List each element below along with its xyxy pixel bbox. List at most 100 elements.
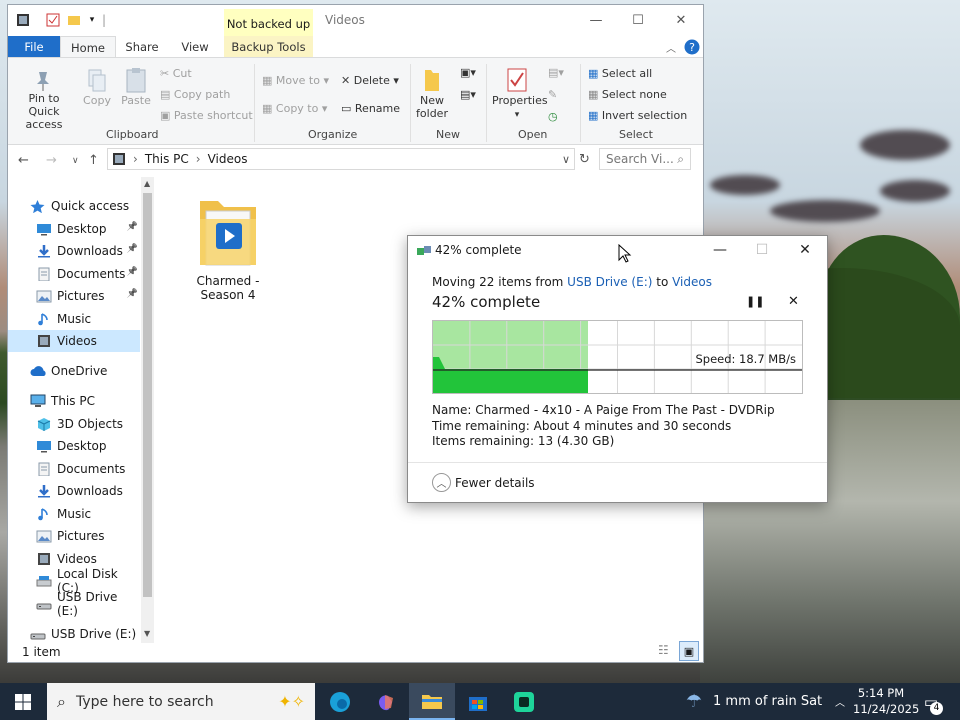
copy-to-button[interactable]: ▦ Copy to ▾ (262, 102, 327, 115)
close-button[interactable]: ✕ (659, 9, 703, 31)
copilot-icon[interactable] (363, 683, 409, 720)
status-bar: 1 item ☷ ▣ (8, 641, 703, 663)
properties-icon[interactable] (46, 12, 60, 28)
nav-item-3d-objects[interactable]: 3D Objects (8, 413, 140, 435)
properties-button[interactable]: Properties ▾ (492, 66, 548, 122)
history-button[interactable]: ◷ (548, 110, 558, 123)
nav-scrollbar[interactable]: ▲ ▼ (141, 177, 154, 643)
weather-umbrella-icon[interactable]: ☂ (682, 683, 706, 720)
breadcrumb-videos[interactable]: Videos (208, 152, 248, 166)
clock[interactable]: 5:14 PM 11/24/2025 (853, 685, 919, 717)
copy-path-button[interactable]: ▤ Copy path (160, 88, 230, 101)
collapse-ribbon-icon[interactable]: ︿ (664, 36, 678, 58)
paste-shortcut-button[interactable]: ▣ Paste shortcut (160, 109, 253, 122)
select-all-button[interactable]: ▦ Select all (588, 67, 652, 80)
show-hidden-icons-icon[interactable]: ︿ (832, 683, 848, 720)
invert-selection-button[interactable]: ▦ Invert selection (588, 109, 687, 122)
transfer-speed-graph: Speed: 18.7 MB/s (432, 320, 803, 394)
window-title: Videos (325, 13, 365, 27)
pause-icon[interactable]: ❚❚ (746, 295, 764, 308)
easy-access-button[interactable]: ▤▾ (454, 88, 482, 101)
nav-item-music[interactable]: Music (8, 503, 140, 525)
nav-item-quick-access[interactable]: Quick access (8, 195, 140, 217)
nav-item-desktop[interactable]: Desktop 📌 (8, 218, 140, 240)
nav-item-onedrive[interactable]: OneDrive (8, 360, 140, 382)
start-button[interactable] (0, 683, 46, 720)
edge-icon[interactable] (317, 683, 363, 720)
nav-item-usb-drive-e[interactable]: USB Drive (E:) (8, 623, 140, 645)
large-icons-view-icon[interactable]: ▣ (679, 641, 699, 661)
scroll-down-icon[interactable]: ▼ (144, 629, 150, 638)
pin-quick-access-button[interactable]: Pin to Quick access (12, 68, 76, 131)
dialog-minimize-button[interactable]: — (700, 240, 740, 260)
destination-link[interactable]: Videos (672, 275, 712, 289)
scroll-up-icon[interactable]: ▲ (144, 179, 150, 188)
nav-item-pictures[interactable]: Pictures 📌 (8, 285, 140, 307)
fewer-details-link[interactable]: Fewer details (455, 476, 535, 490)
new-item-button[interactable]: ▣▾ (454, 66, 482, 79)
taskbar-search-box[interactable]: ⌕ Type here to search ✦✧ (47, 683, 315, 720)
copy-button[interactable]: Copy (80, 68, 114, 107)
nav-item-local-disk-c[interactable]: Local Disk (C:) (8, 567, 140, 595)
nav-item-downloads[interactable]: Downloads 📌 (8, 240, 140, 262)
back-arrow-icon[interactable]: ← (18, 153, 29, 168)
rename-button[interactable]: ▭ Rename (341, 102, 400, 115)
folder-video-icon[interactable] (16, 12, 30, 28)
store-icon[interactable] (455, 683, 501, 720)
tab-backup-tools[interactable]: Backup Tools (224, 36, 313, 58)
maximize-button[interactable]: ☐ (616, 9, 660, 31)
cut-button[interactable]: ✂ Cut (160, 67, 192, 80)
recent-locations-icon[interactable]: ∨ (72, 156, 79, 166)
breadcrumb-this-pc[interactable]: This PC (145, 152, 189, 166)
collapse-chevron-icon[interactable]: ︿ (432, 473, 451, 492)
folder-item[interactable]: Charmed - Season 4 (188, 191, 268, 302)
weather-text[interactable]: 1 mm of rain Sat (713, 683, 822, 720)
select-none-button[interactable]: ▦ Select none (588, 88, 667, 101)
details-view-icon[interactable]: ☷ (658, 643, 669, 657)
dialog-maximize-button[interactable]: ☐ (742, 240, 782, 260)
tab-file[interactable]: File (8, 36, 60, 58)
document-icon (36, 462, 52, 477)
new-folder-button[interactable]: New folder (414, 66, 450, 120)
refresh-icon[interactable]: ↻ (579, 152, 590, 167)
nav-item-videos[interactable]: Videos (8, 330, 140, 352)
nav-item-pictures[interactable]: Pictures (8, 525, 140, 547)
nav-item-usb-drive-e[interactable]: USB Drive (E:) (8, 590, 140, 618)
up-arrow-icon[interactable]: ↑ (88, 153, 99, 168)
dialog-close-button[interactable]: ✕ (785, 240, 825, 260)
tab-view[interactable]: View (174, 36, 216, 58)
address-dropdown-icon[interactable]: ∨ (562, 153, 570, 166)
tab-home[interactable]: Home (60, 36, 116, 58)
open-button[interactable]: ▤▾ (548, 66, 564, 79)
nav-item-desktop[interactable]: Desktop (8, 435, 140, 457)
customize-qat-icon[interactable]: ▾ (86, 12, 98, 28)
nav-item-downloads[interactable]: Downloads (8, 480, 140, 502)
cancel-transfer-icon[interactable]: ✕ (788, 294, 799, 309)
forward-arrow-icon[interactable]: → (46, 153, 57, 168)
new-folder-icon[interactable] (67, 12, 81, 28)
address-box[interactable]: › This PC › Videos ∨ (107, 148, 575, 170)
paste-button[interactable]: Paste (118, 66, 154, 107)
nav-item-music[interactable]: Music (8, 308, 140, 330)
source-link[interactable]: USB Drive (E:) (567, 275, 652, 289)
nav-item-documents[interactable]: Documents (8, 458, 140, 480)
minimize-button[interactable]: — (574, 9, 618, 31)
select-all-icon: ▦ (588, 67, 599, 80)
search-input[interactable]: Search Vi... ⌕ (599, 148, 691, 170)
move-to-button[interactable]: ▦ Move to ▾ (262, 74, 329, 87)
app-icon[interactable] (501, 683, 547, 720)
tab-share[interactable]: Share (120, 36, 164, 58)
help-icon[interactable]: ? (683, 36, 701, 58)
notifications-icon[interactable]: ▭ (918, 683, 944, 720)
scrollbar-thumb[interactable] (143, 193, 152, 597)
group-divider (410, 64, 411, 142)
file-explorer-taskbar-icon[interactable] (409, 683, 455, 720)
pinned-icon: 📌 (126, 222, 138, 232)
nav-item-documents[interactable]: Documents 📌 (8, 263, 140, 285)
history-icon: ◷ (548, 110, 558, 123)
delete-button[interactable]: ✕ Delete ▾ (341, 74, 399, 87)
nav-item-this-pc[interactable]: This PC (8, 390, 140, 412)
edit-button[interactable]: ✎ (548, 88, 557, 101)
nav-item-label: OneDrive (51, 364, 108, 378)
delete-x-icon: ✕ (341, 74, 351, 87)
